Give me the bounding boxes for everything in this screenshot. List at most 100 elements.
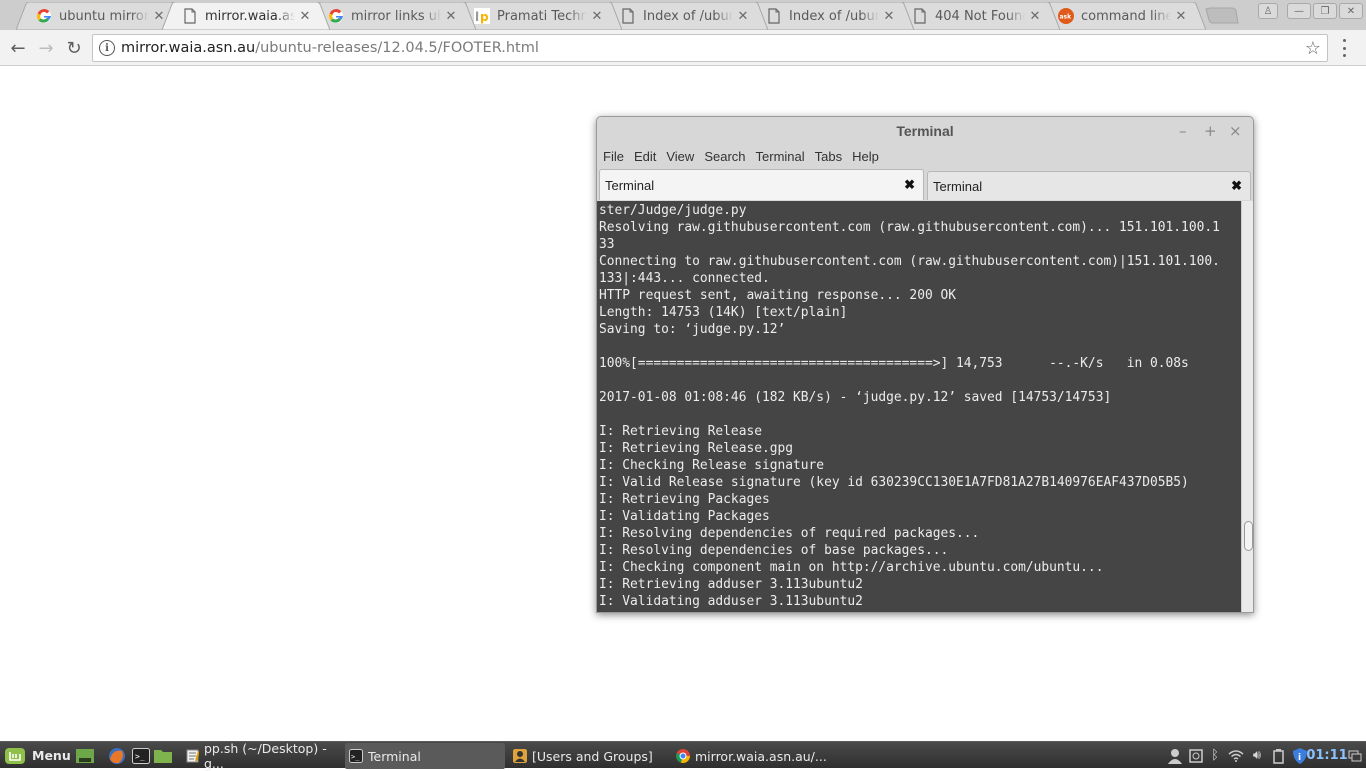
reload-button[interactable]: ↻ xyxy=(62,36,86,60)
arrow-left-icon: ← xyxy=(10,37,26,59)
terminal-window: Terminal – + × File Edit View Search Ter… xyxy=(596,116,1254,613)
folder-icon xyxy=(154,749,172,763)
page-icon xyxy=(914,8,926,24)
page-icon xyxy=(768,8,780,24)
tab-close-icon[interactable]: ✕ xyxy=(1174,9,1188,24)
terminal-line: I: Retrieving Release xyxy=(599,424,762,439)
bluetooth-icon[interactable]: ᛒ xyxy=(1208,742,1222,769)
browser-tab[interactable]: mirror links ubuntu✕ xyxy=(308,2,476,30)
url-host: mirror.waia.asn.au xyxy=(121,40,256,56)
files-launcher[interactable] xyxy=(153,742,173,769)
terminal-line: I: Retrieving Packages xyxy=(599,492,770,507)
tab-title: mirror.waia.asn.au xyxy=(205,8,295,24)
scrollbar-thumb[interactable] xyxy=(1244,521,1253,551)
window-close-button[interactable]: ✕ xyxy=(1339,3,1363,19)
tab-title: mirror links ubuntu xyxy=(351,8,441,24)
terminal-minimize-button[interactable]: – xyxy=(1179,122,1187,140)
tab-close-icon[interactable]: ✕ xyxy=(590,9,604,24)
terminal-maximize-button[interactable]: + xyxy=(1204,122,1217,140)
terminal-line: I: Validating Packages xyxy=(599,509,770,524)
menu-terminal[interactable]: Terminal xyxy=(756,149,805,164)
battery-icon[interactable] xyxy=(1270,742,1288,769)
tab-close-icon[interactable]: ✖ xyxy=(1231,178,1242,194)
forward-button[interactable]: → xyxy=(34,36,58,60)
browser-tab[interactable]: lp Pramati Technologies✕ xyxy=(454,2,622,30)
menu-file[interactable]: File xyxy=(603,149,624,164)
menu-view[interactable]: View xyxy=(666,149,694,164)
terminal-line: 33 xyxy=(599,237,615,252)
svg-text:ask: ask xyxy=(1060,14,1073,21)
tab-close-icon[interactable]: ✕ xyxy=(882,9,896,24)
terminal-line: 2017-01-08 01:08:46 (182 KB/s) - ‘judge.… xyxy=(599,390,1112,405)
bookmark-star-icon[interactable]: ☆ xyxy=(1305,38,1321,59)
menu-help[interactable]: Help xyxy=(852,149,879,164)
tab-close-icon[interactable]: ✕ xyxy=(298,9,312,24)
wifi-icon[interactable] xyxy=(1226,742,1246,769)
taskbar-window-chrome[interactable]: mirror.waia.asn.au/... xyxy=(672,743,832,769)
browser-tab[interactable]: ubuntu mirror links✕ xyxy=(16,2,184,30)
browser-tab[interactable]: 404 Not Found ✕ xyxy=(892,2,1060,30)
tab-close-icon[interactable]: ✕ xyxy=(444,9,458,24)
new-tab-button[interactable] xyxy=(1205,7,1239,24)
dot xyxy=(1342,39,1346,42)
tab-close-icon[interactable]: ✕ xyxy=(736,9,750,24)
menu-edit[interactable]: Edit xyxy=(634,149,656,164)
tab-favicon xyxy=(912,8,928,24)
taskbar-window-users[interactable]: [Users and Groups] xyxy=(509,743,669,769)
terminal-close-button[interactable]: × xyxy=(1229,122,1242,140)
taskbar-window-label: Terminal xyxy=(368,748,421,764)
tab-favicon xyxy=(182,8,198,24)
terminal-line: ster/Judge/judge.py xyxy=(599,203,747,218)
taskbar-window-label: pp.sh (~/Desktop) - g... xyxy=(203,741,327,771)
terminal-scrollbar[interactable] xyxy=(1241,201,1253,612)
tab-title: ubuntu mirror links xyxy=(59,8,149,24)
tab-favicon xyxy=(620,8,636,24)
volume-icon[interactable]: 🔊︎ xyxy=(1248,742,1266,769)
profile-button[interactable]: ♙ xyxy=(1258,3,1278,19)
terminal-line: Length: 14753 (14K) [text/plain] xyxy=(599,305,848,320)
tab-title: 404 Not Found xyxy=(935,8,1025,24)
menu-search[interactable]: Search xyxy=(704,149,745,164)
text-editor-icon xyxy=(186,749,199,763)
restore-icon: ❐ xyxy=(1320,5,1330,17)
tab-favicon: lp xyxy=(474,8,490,24)
clock[interactable]: 01:11 xyxy=(1306,742,1347,769)
users-icon xyxy=(513,749,527,763)
minimize-icon: — xyxy=(1294,5,1304,17)
taskbar-window-terminal[interactable]: >_ Terminal xyxy=(345,743,505,769)
tab-close-icon[interactable]: ✕ xyxy=(1028,9,1042,24)
terminal-launcher[interactable]: >_ xyxy=(132,742,150,769)
tab-title: Index of /ubuntu xyxy=(789,8,879,24)
update-manager-icon[interactable] xyxy=(1187,742,1205,769)
address-bar[interactable]: i mirror.waia.asn.au/ubuntu-releases/12.… xyxy=(92,34,1328,62)
workspace-switcher-icon[interactable] xyxy=(1347,742,1363,769)
menu-tabs[interactable]: Tabs xyxy=(815,149,842,164)
show-desktop-launcher[interactable] xyxy=(75,742,95,769)
browser-tab[interactable]: Index of /ubuntu✕ xyxy=(600,2,768,30)
firefox-launcher[interactable] xyxy=(107,742,127,769)
taskbar: Menu >_ pp.sh (~/Desktop) - g... >_ Term… xyxy=(0,741,1366,771)
taskbar-window-label: [Users and Groups] xyxy=(532,748,653,764)
window-minimize-button[interactable]: — xyxy=(1287,3,1311,19)
back-button[interactable]: ← xyxy=(6,36,30,60)
info-icon[interactable]: i xyxy=(99,40,115,56)
browser-tab[interactable]: ask command line -✕ xyxy=(1038,2,1206,30)
taskbar-window-editor[interactable]: pp.sh (~/Desktop) - g... xyxy=(182,741,340,771)
user-tray-icon[interactable] xyxy=(1166,742,1184,769)
browser-tab[interactable]: mirror.waia.asn.au✕ xyxy=(162,2,330,30)
tab-title: Pramati Technologies xyxy=(497,8,587,24)
tab-favicon: ask xyxy=(1058,8,1074,24)
terminal-line: I: Retrieving Release.gpg xyxy=(599,441,794,456)
start-menu-button[interactable]: Menu xyxy=(4,742,71,769)
terminal-tab-1[interactable]: Terminal ✖ xyxy=(599,169,924,200)
browser-tab[interactable]: Index of /ubuntu✕ xyxy=(746,2,914,30)
mint-logo-icon xyxy=(5,747,25,764)
window-restore-button[interactable]: ❐ xyxy=(1313,3,1337,19)
terminal-tab-2[interactable]: Terminal ✖ xyxy=(927,171,1251,200)
browser-menu-button[interactable] xyxy=(1341,39,1347,57)
tab-close-icon[interactable]: ✖ xyxy=(904,177,915,193)
page-icon xyxy=(184,8,196,24)
terminal-line: 133|:443... connected. xyxy=(599,271,770,286)
browser-toolbar: ← → ↻ i mirror.waia.asn.au/ubuntu-releas… xyxy=(0,30,1366,66)
terminal-output[interactable]: ster/Judge/judge.py Resolving raw.githubu… xyxy=(597,201,1241,612)
